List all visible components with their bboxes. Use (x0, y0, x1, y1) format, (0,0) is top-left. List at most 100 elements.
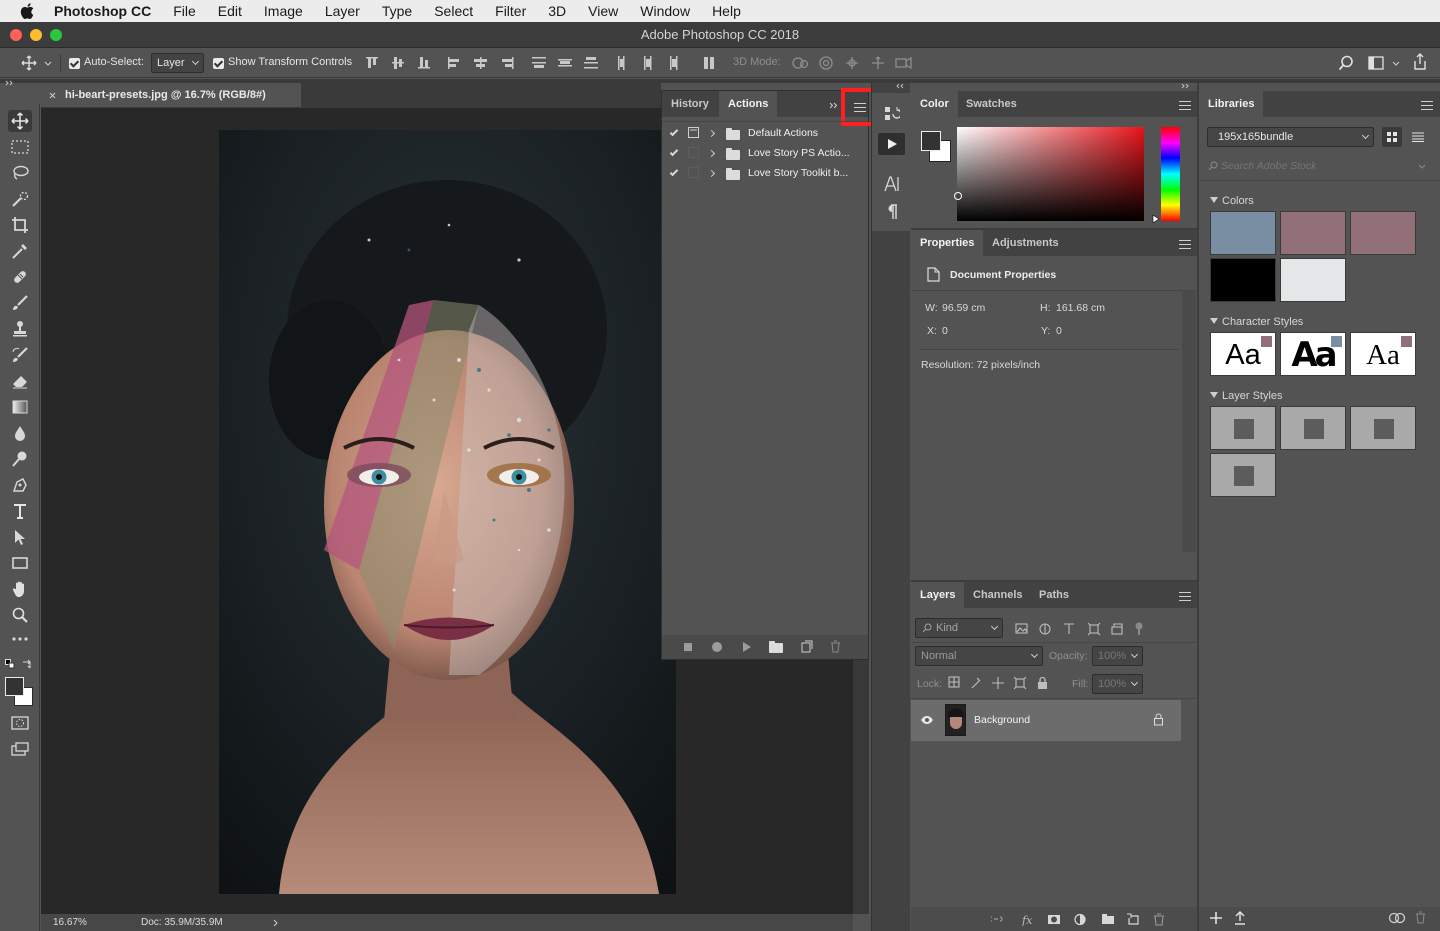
colors-section-header[interactable]: Colors (1210, 195, 1254, 207)
dodge-tool-icon[interactable] (11, 450, 29, 468)
screen-mode-icon[interactable] (11, 741, 29, 757)
layer-filter-kind-select[interactable]: Kind (915, 618, 1003, 638)
search-icon[interactable] (1338, 55, 1354, 71)
layer-style-tile[interactable] (1350, 406, 1416, 450)
library-color-swatch[interactable] (1210, 211, 1276, 255)
lock-options-icons[interactable] (948, 676, 1050, 690)
hue-slider-handle-icon[interactable] (1152, 215, 1160, 223)
record-icon[interactable] (712, 642, 722, 652)
menu-file[interactable]: File (173, 3, 196, 19)
quick-mask-icon[interactable] (11, 715, 29, 731)
menu-filter[interactable]: Filter (495, 3, 526, 19)
color-panel-menu-icon[interactable] (1179, 101, 1191, 110)
x-value[interactable]: 0 (942, 325, 948, 337)
close-window-button[interactable] (10, 29, 22, 41)
more-tools-icon[interactable] (11, 636, 29, 642)
list-item[interactable]: Love Story Toolkit b... (662, 163, 868, 183)
eraser-tool-icon[interactable] (11, 372, 29, 390)
tab-paths[interactable]: Paths (1030, 582, 1078, 608)
dialog-toggle-empty[interactable] (688, 167, 699, 178)
color-picker-handle[interactable] (954, 192, 962, 200)
zoom-tool-icon[interactable] (11, 606, 29, 624)
layer-style-tile[interactable] (1210, 406, 1276, 450)
menu-view[interactable]: View (588, 3, 618, 19)
menu-layer[interactable]: Layer (325, 3, 360, 19)
height-value[interactable]: 161.68 cm (1056, 302, 1105, 314)
stop-icon[interactable] (684, 643, 692, 651)
marquee-tool-icon[interactable] (11, 140, 29, 154)
blend-mode-select[interactable]: Normal (915, 646, 1043, 666)
list-view-icon[interactable] (1412, 132, 1424, 142)
eyedropper-tool-icon[interactable] (11, 242, 29, 260)
double-chevron-left-icon[interactable] (895, 83, 905, 89)
menu-select[interactable]: Select (434, 3, 473, 19)
dialog-toggle-icon[interactable] (688, 127, 699, 138)
character-panel-icon[interactable] (884, 176, 900, 192)
library-color-swatch[interactable] (1280, 211, 1346, 255)
chevron-right-icon[interactable] (707, 129, 716, 138)
history-brush-tool-icon[interactable] (11, 346, 29, 364)
align-distribute-icons[interactable] (364, 55, 724, 71)
double-chevron-right-icon[interactable] (829, 102, 839, 109)
double-chevron-right-icon[interactable] (5, 80, 15, 86)
chevron-down-icon[interactable] (1392, 61, 1400, 66)
document-image[interactable] (219, 130, 676, 894)
character-style-tile[interactable]: Aa (1280, 332, 1346, 376)
color-field[interactable] (954, 127, 1144, 221)
chevron-right-icon[interactable] (273, 919, 279, 927)
creative-cloud-icon[interactable] (1388, 912, 1406, 924)
move-tool[interactable] (8, 110, 32, 132)
properties-scrollbar[interactable] (1182, 290, 1196, 552)
brush-tool-icon[interactable] (11, 294, 29, 312)
canvas-vertical-scrollbar[interactable] (853, 660, 869, 914)
quick-selection-tool-icon[interactable] (11, 191, 29, 207)
pen-tool-icon[interactable] (11, 476, 29, 494)
foreground-color-swatch[interactable] (921, 131, 941, 151)
type-tool-icon[interactable] (11, 502, 29, 520)
move-tool-preset-icon[interactable] (20, 55, 38, 71)
trash-icon[interactable] (830, 640, 841, 653)
menu-window[interactable]: Window (640, 3, 690, 19)
clone-stamp-tool-icon[interactable] (11, 320, 29, 338)
libraries-panel-menu-icon[interactable] (1421, 101, 1433, 110)
layer-filter-icons[interactable] (1015, 622, 1155, 636)
zoom-level[interactable]: 16.67% (53, 914, 87, 931)
menu-help[interactable]: Help (712, 3, 741, 19)
layers-panel-menu-icon[interactable] (1179, 592, 1191, 601)
menu-app-name[interactable]: Photoshop CC (54, 3, 151, 19)
library-color-swatch[interactable] (1280, 258, 1346, 302)
double-chevron-right-icon[interactable] (1181, 83, 1191, 89)
auto-select-checkbox[interactable] (69, 58, 80, 69)
dialog-toggle-empty[interactable] (688, 147, 699, 158)
tab-actions[interactable]: Actions (719, 91, 778, 117)
auto-select-target-select[interactable]: Layer (151, 53, 204, 73)
actions-panel-menu-icon[interactable] (854, 103, 866, 112)
menu-edit[interactable]: Edit (218, 3, 242, 19)
tab-layers[interactable]: Layers (911, 582, 965, 608)
y-value[interactable]: 0 (1056, 325, 1062, 337)
rectangle-tool-icon[interactable] (11, 555, 29, 571)
layer-style-tile[interactable] (1210, 453, 1276, 497)
share-icon[interactable] (1412, 53, 1428, 71)
menu-image[interactable]: Image (264, 3, 303, 19)
library-select[interactable]: 195x165bundle (1207, 127, 1374, 147)
gradient-tool-icon[interactable] (11, 398, 29, 416)
width-value[interactable]: 96.59 cm (942, 302, 985, 314)
character-style-tile[interactable]: Aa (1210, 332, 1276, 376)
chevron-right-icon[interactable] (707, 149, 716, 158)
close-icon[interactable] (49, 92, 56, 99)
layer-styles-section-header[interactable]: Layer Styles (1210, 390, 1283, 402)
search-adobe-stock-input[interactable] (1221, 157, 1411, 175)
lasso-tool-icon[interactable] (11, 165, 29, 181)
add-icon[interactable] (1210, 912, 1222, 924)
crop-tool-icon[interactable] (11, 216, 29, 234)
show-transform-checkbox[interactable] (213, 58, 224, 69)
chevron-down-icon[interactable] (1418, 164, 1426, 169)
tab-libraries[interactable]: Libraries (1199, 91, 1264, 117)
upload-icon[interactable] (1234, 911, 1246, 925)
tab-swatches[interactable]: Swatches (957, 91, 1026, 117)
swap-colors-icon[interactable] (22, 659, 33, 669)
healing-brush-tool-icon[interactable] (11, 268, 29, 286)
layer-name[interactable]: Background (974, 714, 1030, 726)
actions-panel-button[interactable] (878, 133, 905, 155)
